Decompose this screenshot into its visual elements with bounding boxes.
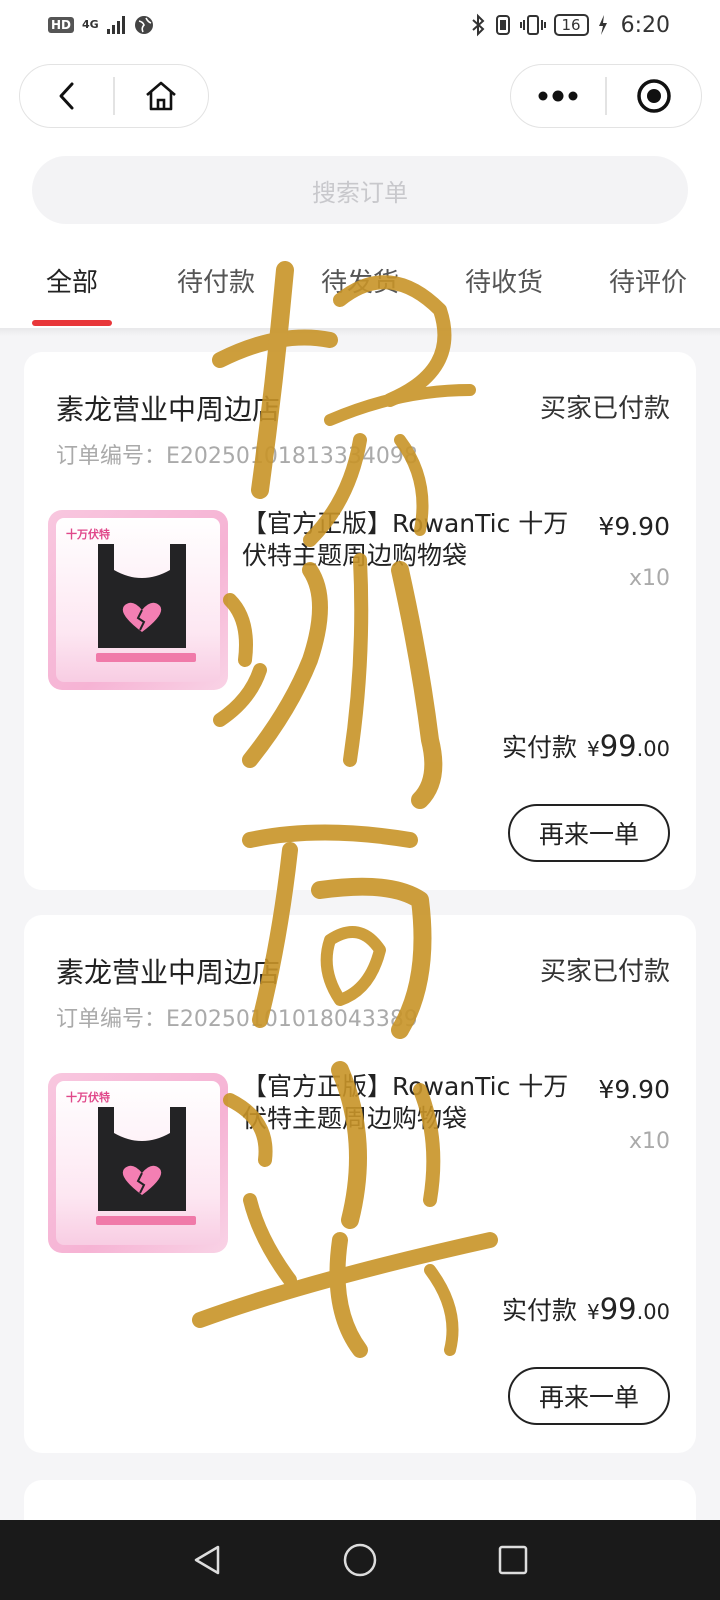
order-tabs: 全部 待付款 待发货 待收货 待评价 (0, 250, 720, 330)
product-title[interactable]: 【官方正版】RowanTic 十万伏特主题周边购物袋 (242, 1071, 582, 1135)
back-triangle-icon[interactable] (190, 1543, 224, 1577)
home-icon (146, 81, 177, 111)
nav-capsule-left (19, 64, 209, 128)
product-price: ¥9.90 (598, 512, 670, 541)
search-input[interactable]: 搜索订单 (32, 156, 688, 224)
order-status: 买家已付款 (539, 957, 670, 987)
alarm-icon (495, 15, 510, 35)
product-image[interactable]: 十万伏特 (48, 510, 228, 690)
bluetooth-icon (471, 13, 484, 37)
system-nav-bar (0, 1520, 720, 1600)
status-bar: HD 4G 16 6:20 (0, 0, 720, 50)
shop-name[interactable]: 素龙营业中周边店 (56, 388, 280, 428)
order-card[interactable]: 素龙营业中周边店 买家已付款 订单编号：E20250101018043389… … (24, 915, 696, 1453)
order-card[interactable]: 素龙营业中周边店 买家已付款 订单编号：E20250101813334098… … (24, 352, 696, 890)
status-left: HD 4G (48, 14, 155, 36)
paid-value: ¥99.00 (586, 1292, 670, 1326)
order-number: 订单编号：E20250101813334098… (56, 444, 416, 469)
more-button[interactable] (511, 65, 605, 127)
globe-icon (134, 16, 153, 34)
product-title[interactable]: 【官方正版】RowanTic 十万伏特主题周边购物袋 (242, 508, 582, 572)
hd-badge: HD (48, 17, 75, 33)
tote-bag-icon (98, 544, 186, 648)
order-card-partial (24, 1480, 696, 1520)
paid-amount: 实付款 ¥99.00 (502, 1291, 670, 1327)
product-price: ¥9.90 (598, 1075, 670, 1104)
reorder-button[interactable]: 再来一单 (508, 804, 670, 862)
close-button[interactable] (607, 65, 701, 127)
shop-name[interactable]: 素龙营业中周边店 (56, 951, 280, 991)
vibrate-icon (519, 15, 546, 35)
network-label: 4G (82, 18, 99, 31)
product-quantity: x10 (628, 1129, 670, 1154)
signal-icon (106, 16, 125, 34)
tab-pending-shipment[interactable]: 待发货 (288, 250, 432, 330)
tote-bag-icon (98, 1107, 186, 1211)
header-shadow (0, 328, 720, 336)
chevron-left-icon (59, 82, 74, 110)
paid-value: ¥99.00 (586, 729, 670, 763)
home-button[interactable] (115, 65, 208, 127)
product-image[interactable]: 十万伏特 (48, 1073, 228, 1253)
thumb-band (96, 1216, 196, 1225)
paid-amount: 实付款 ¥99.00 (502, 728, 670, 764)
tab-all[interactable]: 全部 (0, 250, 144, 330)
more-dots-icon (538, 90, 578, 102)
back-button[interactable] (20, 65, 113, 127)
clock: 6:20 (620, 12, 670, 38)
product-quantity: x10 (628, 566, 670, 591)
search-placeholder: 搜索订单 (312, 178, 408, 207)
paid-label: 实付款 (501, 733, 577, 762)
tab-pending-receipt[interactable]: 待收货 (432, 250, 576, 330)
target-circle-icon (637, 79, 671, 113)
recents-square-icon[interactable] (496, 1543, 530, 1577)
tab-pending-review[interactable]: 待评价 (576, 250, 720, 330)
nav-capsule-right (510, 64, 702, 128)
thumb-band (96, 653, 196, 662)
home-circle-icon[interactable] (342, 1542, 378, 1578)
paid-label: 实付款 (501, 1296, 577, 1325)
status-right: 16 6:20 (470, 12, 670, 38)
header: 搜索订单 全部 待付款 待发货 待收货 待评价 (0, 50, 720, 330)
tab-pending-payment[interactable]: 待付款 (144, 250, 288, 330)
order-number: 订单编号：E20250101018043389… (56, 1007, 416, 1032)
reorder-button[interactable]: 再来一单 (508, 1367, 670, 1425)
battery-level: 16 (553, 14, 589, 36)
charging-icon (598, 15, 607, 35)
order-status: 买家已付款 (539, 394, 670, 424)
